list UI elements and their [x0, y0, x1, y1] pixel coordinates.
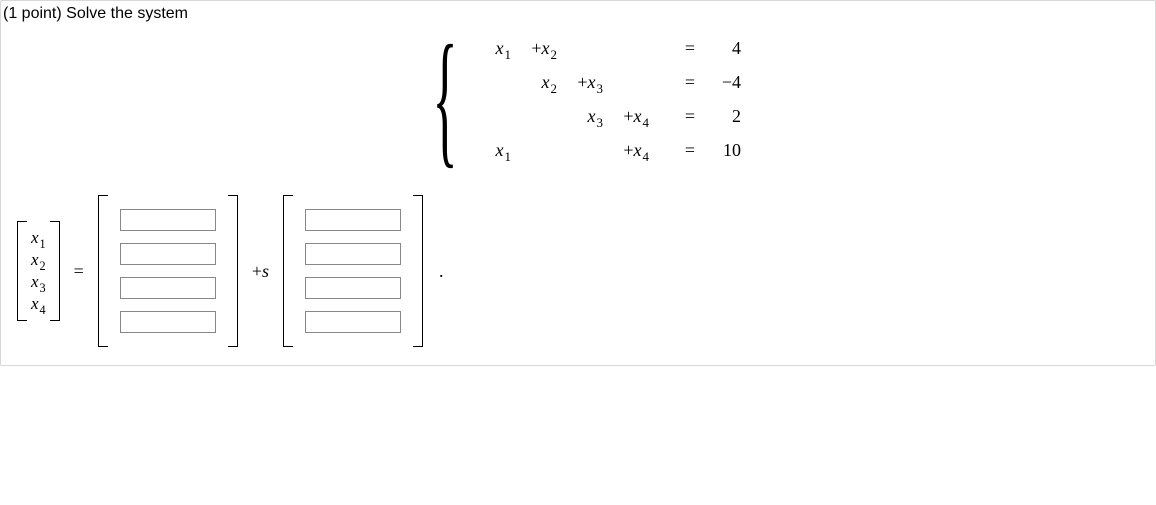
- particular-x2-input[interactable]: [120, 243, 216, 265]
- equation-row: x1 +x4 = 10: [471, 133, 747, 167]
- problem-prompt: (1 point) Solve the system: [3, 5, 1153, 23]
- direction-x3-input[interactable]: [305, 277, 401, 299]
- particular-x1-input[interactable]: [120, 209, 216, 231]
- system-area: { x1 +x2 = 4 x2 +x3 = −4: [3, 31, 1153, 167]
- direction-x4-input[interactable]: [305, 311, 401, 333]
- points-label: (1 point): [3, 5, 62, 22]
- direction-x1-input[interactable]: [305, 209, 401, 231]
- system-equations: x1 +x2 = 4 x2 +x3 = −4: [471, 31, 747, 167]
- prompt-text: Solve the system: [66, 5, 188, 22]
- equation-row: x1 +x2 = 4: [471, 31, 747, 65]
- particular-x3-input[interactable]: [120, 277, 216, 299]
- equals-sign: =: [70, 261, 88, 282]
- direction-x2-input[interactable]: [305, 243, 401, 265]
- curly-brace-icon: {: [432, 35, 457, 163]
- plus-s-label: +s: [248, 261, 273, 282]
- equation-row: x2 +x3 = −4: [471, 65, 747, 99]
- period: .: [439, 261, 444, 282]
- answer-area: x1 x2 x3 x4 = +s: [3, 195, 1153, 347]
- problem-container: (1 point) Solve the system { x1 +x2 = 4 …: [0, 0, 1156, 366]
- equation-row: x3 +x4 = 2: [471, 99, 747, 133]
- homogeneous-direction-vector: [283, 195, 423, 347]
- vector-x-labels: x1 x2 x3 x4: [17, 221, 60, 321]
- particular-x4-input[interactable]: [120, 311, 216, 333]
- particular-solution-vector: [98, 195, 238, 347]
